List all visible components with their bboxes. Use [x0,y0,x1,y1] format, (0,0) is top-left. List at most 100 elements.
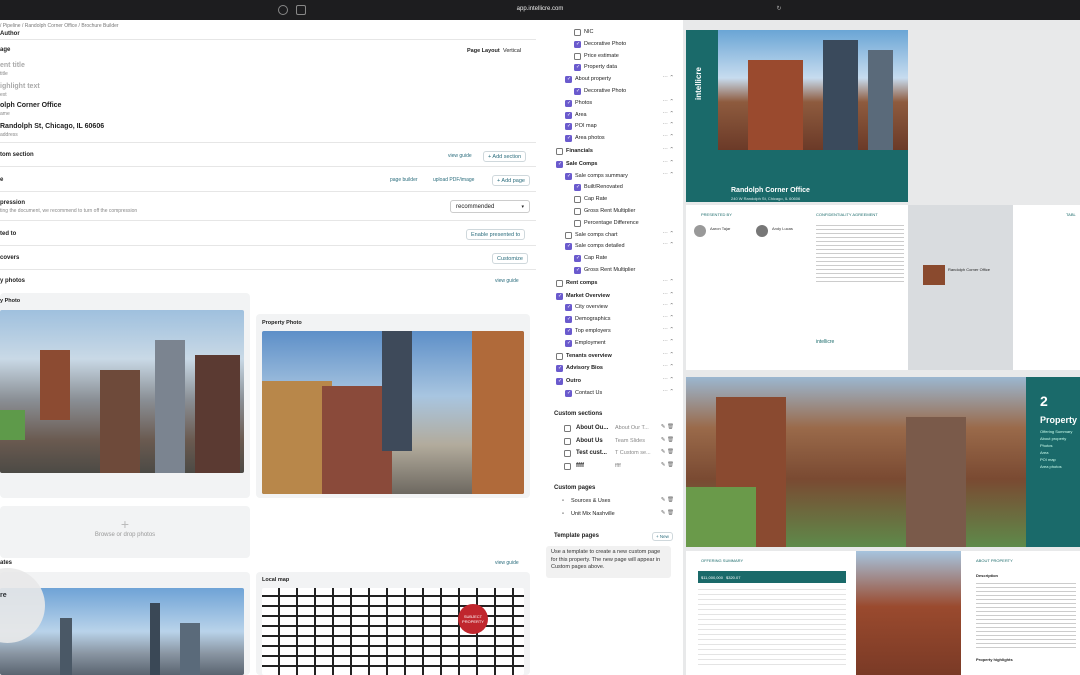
title-input[interactable]: ent title [0,62,25,69]
row-menu-icon[interactable]: ⋯ ⌃ [662,231,674,237]
add-page-button[interactable]: + Add page [492,175,530,186]
tree-item[interactable]: Property data [548,63,678,74]
tree-item[interactable]: Financials ⋯ ⌃ [548,147,678,158]
tree-item[interactable]: Outro ⋯ ⌃ [548,377,678,388]
property-name-input[interactable]: olph Corner Office [0,102,61,109]
tree-item[interactable]: POI map ⋯ ⌃ [548,122,678,133]
checkbox[interactable] [564,425,571,432]
custom-page-item[interactable]: ▫ Sources & Uses ✎ 🗑 [548,497,678,508]
row-menu-icon[interactable]: ⋯ ⌃ [662,147,674,153]
checkbox[interactable] [556,365,563,373]
tree-item[interactable]: Rent comps ⋯ ⌃ [548,279,678,290]
custom-section-item[interactable]: About Ou... About Our T... ✎ 🗑 [548,424,678,435]
add-section-button[interactable]: + Add section [483,151,527,162]
tree-item[interactable]: Gross Rent Multiplier [548,266,678,277]
checkbox[interactable] [556,292,563,300]
edit-delete-icon[interactable]: ✎ 🗑 [661,462,674,468]
row-menu-icon[interactable]: ⋯ ⌃ [662,279,674,285]
row-menu-icon[interactable]: ⋯ ⌃ [662,364,674,370]
tree-item[interactable]: About property ⋯ ⌃ [548,75,678,86]
custom-page-item[interactable]: ▫ Unit Mix Nashville ✎ 🗑 [548,510,678,521]
row-menu-icon[interactable]: ⋯ ⌃ [662,389,674,395]
reload-icon[interactable]: ↻ [774,5,784,15]
row-menu-icon[interactable]: ⋯ ⌃ [662,352,674,358]
tree-item[interactable]: Top employers ⋯ ⌃ [548,327,678,338]
tree-item[interactable]: NIC [548,28,678,39]
photo-card-1[interactable]: y Photo [0,293,250,498]
tree-item[interactable]: Price estimate [548,52,678,63]
checkbox[interactable] [565,99,572,107]
checkbox[interactable] [574,267,581,274]
checkbox[interactable] [564,450,571,457]
photo-drop-zone[interactable]: + Browse or drop photos [0,506,250,558]
tree-item[interactable]: Sale comps summary ⋯ ⌃ [548,172,678,183]
checkbox[interactable] [574,64,581,72]
photo-card-2[interactable]: Property Photo [256,314,530,498]
view-guide-link[interactable]: view guide [448,153,472,159]
checkbox[interactable] [574,219,581,227]
row-menu-icon[interactable]: ⋯ ⌃ [662,339,674,345]
tree-item[interactable]: Market Overview ⋯ ⌃ [548,292,678,303]
section-divider-page[interactable]: 2 Property Offering Summary About propert… [686,377,1080,547]
tree-item[interactable]: Decorative Photo [548,87,678,98]
checkbox[interactable] [565,390,572,397]
row-menu-icon[interactable]: ⋯ ⌃ [662,160,674,166]
row-menu-icon[interactable]: ⋯ ⌃ [662,75,674,81]
edit-delete-icon[interactable]: ✎ 🗑 [661,424,674,430]
tree-item[interactable]: Contact Us ⋯ ⌃ [548,389,678,400]
checkbox[interactable] [556,378,563,386]
checkbox[interactable] [564,437,571,445]
intro-spread[interactable]: PRESENTED BY CONFIDENTIALITY AGREEMENT T… [686,205,1080,370]
checkbox[interactable] [556,352,563,360]
tree-item[interactable]: Photos ⋯ ⌃ [548,99,678,110]
tree-item[interactable]: Percentage Difference [548,219,678,230]
row-menu-icon[interactable]: ⋯ ⌃ [662,134,674,140]
edit-delete-icon[interactable]: ✎ 🗑 [661,497,674,503]
highlight-input[interactable]: ighlight text [0,83,40,90]
row-menu-icon[interactable]: ⋯ ⌃ [662,303,674,309]
row-menu-icon[interactable]: ⋯ ⌃ [662,99,674,105]
tree-item[interactable]: Area ⋯ ⌃ [548,111,678,122]
checkbox[interactable] [574,208,581,215]
checkbox[interactable] [574,52,581,60]
checkbox[interactable] [574,196,581,204]
address-input[interactable]: Randolph St, Chicago, IL 60606 [0,123,104,130]
local-map-card[interactable]: Local map SUBJECT PROPERTY [256,572,530,675]
page-layout-select[interactable]: Vertical [503,48,521,54]
row-menu-icon[interactable]: ⋯ ⌃ [662,292,674,298]
tree-item[interactable]: Advisory Bios ⋯ ⌃ [548,364,678,375]
page-builder-link[interactable]: page builder [390,177,418,183]
checkbox[interactable] [565,304,572,312]
tree-item[interactable]: Decorative Photo [548,40,678,51]
row-menu-icon[interactable]: ⋯ ⌃ [662,172,674,178]
tree-item[interactable]: Cap Rate [548,254,678,265]
checkbox[interactable] [565,76,572,84]
checkbox[interactable] [565,231,572,239]
checkbox[interactable] [565,111,572,119]
bottom-view-guide[interactable]: view guide [495,560,519,566]
offering-spread[interactable]: OFFERING SUMMARY $11,000,000 $320.07 ABO… [686,551,1080,675]
row-menu-icon[interactable]: ⋯ ⌃ [662,111,674,117]
checkbox[interactable] [556,160,563,168]
tree-item[interactable]: City overview ⋯ ⌃ [548,303,678,314]
url-bar[interactable]: app.intellicre.com [500,6,580,12]
tree-item[interactable]: Gross Rent Multiplier [548,207,678,218]
row-menu-icon[interactable]: ⋯ ⌃ [662,122,674,128]
edit-delete-icon[interactable]: ✎ 🗑 [661,510,674,516]
checkbox[interactable] [565,172,572,180]
row-menu-icon[interactable]: ⋯ ⌃ [662,377,674,383]
photos-view-guide[interactable]: view guide [495,278,519,284]
tree-item[interactable]: Tenants overview ⋯ ⌃ [548,352,678,363]
checkbox[interactable] [565,328,572,335]
tree-item[interactable]: Sale comps chart ⋯ ⌃ [548,231,678,242]
customize-button[interactable]: Customize [492,253,528,264]
custom-section-item[interactable]: ffff ffff ✎ 🗑 [548,462,678,473]
row-menu-icon[interactable]: ⋯ ⌃ [662,327,674,333]
tree-item[interactable]: Built/Renovated [548,183,678,194]
checkbox[interactable] [556,279,563,287]
custom-section-item[interactable]: Test cust... T Custom se... ✎ 🗑 [548,449,678,460]
new-template-button[interactable]: + New [652,532,673,541]
row-menu-icon[interactable]: ⋯ ⌃ [662,242,674,248]
checkbox[interactable] [565,316,572,324]
compression-select[interactable]: recommended ▾ [450,200,530,213]
